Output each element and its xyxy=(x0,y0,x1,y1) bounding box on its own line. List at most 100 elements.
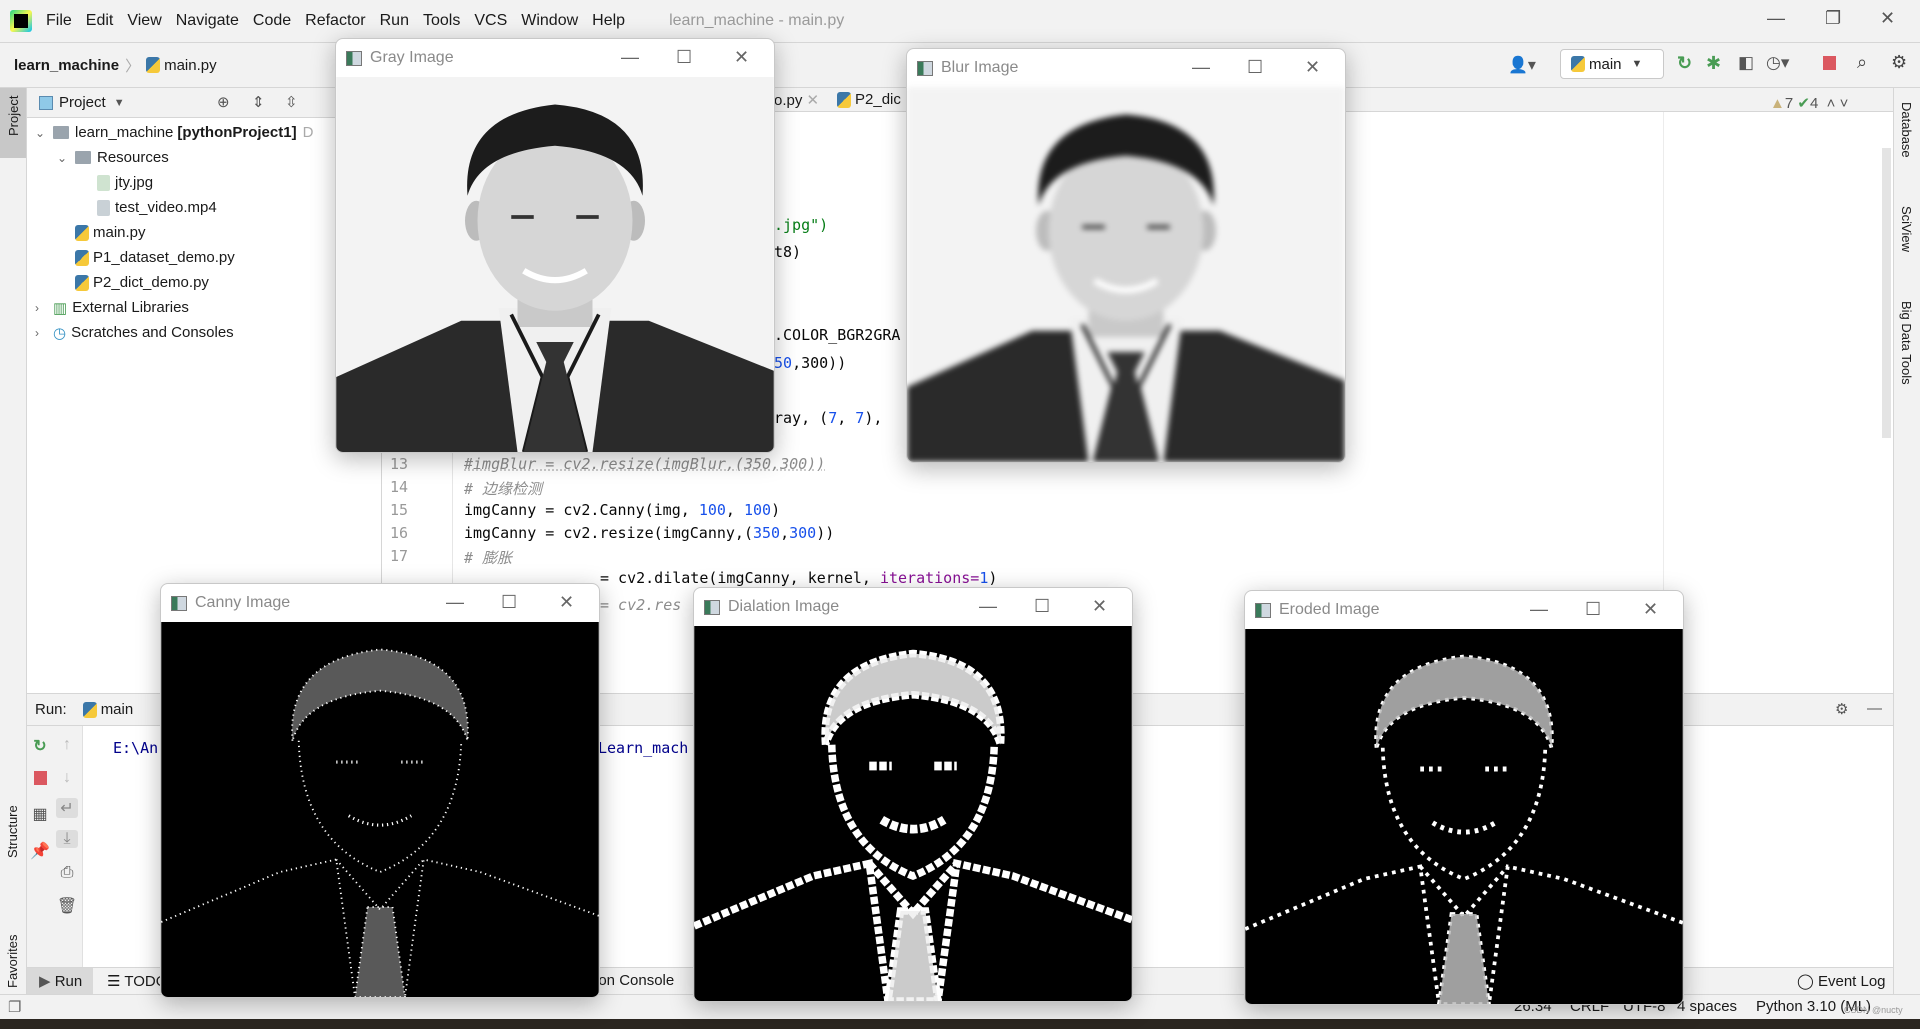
menu-tools[interactable]: Tools xyxy=(423,12,460,30)
tree-item[interactable]: jty.jpg xyxy=(79,170,153,195)
menu-window[interactable]: Window xyxy=(521,12,578,30)
tree-item[interactable]: P2_dict_demo.py xyxy=(57,270,209,295)
print-icon[interactable]: ⎙ xyxy=(56,864,78,882)
chevron-right-icon[interactable]: › xyxy=(35,326,53,340)
close-button[interactable]: ✕ xyxy=(559,592,574,613)
tool-window-big-data-tools[interactable]: Big Data Tools xyxy=(1894,283,1920,403)
chevron-down-icon[interactable]: ⌄ xyxy=(57,151,75,165)
menu-view[interactable]: View xyxy=(127,12,161,30)
layout-icon[interactable]: ▦ xyxy=(29,804,51,824)
window-titlebar[interactable]: Canny Image — ☐ ✕ xyxy=(161,584,599,622)
bottom-tab-run[interactable]: ▶ Run xyxy=(27,968,93,994)
editor-scrollbar[interactable] xyxy=(1882,148,1891,438)
bottom-tab-todo[interactable]: ☰ TODO xyxy=(107,972,167,990)
menu-run[interactable]: Run xyxy=(380,12,409,30)
tab-p2-dict-demo[interactable]: P2_dic xyxy=(837,91,901,109)
menu-refactor[interactable]: Refactor xyxy=(305,12,365,30)
stop-icon[interactable] xyxy=(1823,56,1836,70)
maximize-button[interactable]: ☐ xyxy=(1247,57,1263,78)
run-config-dropdown[interactable]: main ▼ xyxy=(1560,49,1664,79)
up-arrow-icon[interactable]: ↑ xyxy=(56,736,78,754)
menu-file[interactable]: File xyxy=(46,12,72,30)
down-arrow-icon[interactable]: ↓ xyxy=(56,769,78,787)
pin-icon[interactable]: 📌 xyxy=(29,841,51,861)
event-log-button[interactable]: ◯ Event Log xyxy=(1797,972,1886,990)
close-tab-icon[interactable]: ✕ xyxy=(807,92,820,109)
inspection-widget[interactable]: ▲7 ✔4 ˄ ˅ xyxy=(1770,94,1848,112)
maximize-button[interactable]: ☐ xyxy=(1585,599,1601,620)
menu-navigate[interactable]: Navigate xyxy=(176,12,239,30)
close-button[interactable]: ✕ xyxy=(1092,596,1107,617)
tool-window-structure[interactable]: Structure xyxy=(0,758,26,878)
bottom-tab-python-console[interactable]: hon Console xyxy=(590,972,674,989)
close-button[interactable]: ✕ xyxy=(1305,57,1320,78)
menu-edit[interactable]: Edit xyxy=(86,12,114,30)
coverage-icon[interactable]: ◧ xyxy=(1738,53,1754,73)
dilation-image-window[interactable]: Dialation Image — ☐ ✕ xyxy=(693,587,1133,1002)
previous-highlight-icon[interactable]: ˄ xyxy=(1827,95,1836,112)
window-titlebar[interactable]: Dialation Image — ☐ ✕ xyxy=(694,588,1132,626)
tool-window-project[interactable]: Project xyxy=(0,88,26,158)
restore-button[interactable]: ❐ xyxy=(1825,8,1841,29)
gray-image-window[interactable]: Gray Image — ☐ ✕ xyxy=(335,38,775,453)
window-titlebar[interactable]: Eroded Image — ☐ ✕ xyxy=(1245,591,1683,629)
indent-setting[interactable]: 4 spaces xyxy=(1677,998,1737,1015)
vcs-user-icon[interactable]: 👤▾ xyxy=(1508,55,1536,75)
gear-icon[interactable]: ⚙ xyxy=(1835,700,1848,718)
profile-icon[interactable]: ◷▾ xyxy=(1766,53,1789,73)
window-titlebar[interactable]: Blur Image — ☐ ✕ xyxy=(907,49,1345,87)
collapse-all-icon[interactable]: ⇳ xyxy=(285,93,298,111)
maximize-button[interactable]: ☐ xyxy=(676,47,692,68)
chevron-right-icon[interactable]: › xyxy=(35,301,53,315)
scroll-to-end-icon[interactable]: ⤓ xyxy=(56,830,78,848)
next-highlight-icon[interactable]: ˅ xyxy=(1840,95,1849,112)
minimize-button[interactable]: — xyxy=(1530,599,1548,620)
soft-wrap-icon[interactable]: ↵ xyxy=(56,798,78,818)
expand-all-icon[interactable]: ⇕ xyxy=(252,93,265,111)
tree-item[interactable]: test_video.mp4 xyxy=(79,195,217,220)
toggle-tool-windows-icon[interactable]: ❐ xyxy=(8,998,21,1016)
minimize-button[interactable]: — xyxy=(1192,57,1210,78)
close-button[interactable]: ✕ xyxy=(1643,599,1658,620)
minimize-button[interactable]: — xyxy=(446,592,464,613)
minimize-button[interactable]: — xyxy=(621,47,639,68)
tool-window-favorites[interactable]: Favorites ★ xyxy=(0,878,26,1009)
project-panel-title[interactable]: Project xyxy=(59,94,106,111)
breadcrumb-file[interactable]: main.py xyxy=(164,57,217,74)
tree-item[interactable]: › ◷ Scratches and Consoles xyxy=(35,320,234,345)
breadcrumb-project[interactable]: learn_machine xyxy=(14,57,119,74)
run-tab-main[interactable]: main xyxy=(101,701,134,718)
gear-icon[interactable]: ⚙ xyxy=(1891,52,1907,73)
minimize-button[interactable]: — xyxy=(979,596,997,617)
stop-icon[interactable] xyxy=(34,771,47,785)
tree-item[interactable]: main.py xyxy=(57,220,146,245)
tool-window-sciview[interactable]: SciView xyxy=(1894,188,1920,268)
rerun-icon[interactable]: ↻ xyxy=(29,736,51,756)
menu-help[interactable]: Help xyxy=(592,12,625,30)
eroded-image-window[interactable]: Eroded Image — ☐ ✕ xyxy=(1244,590,1684,1005)
tool-window-database[interactable]: Database xyxy=(1894,88,1920,168)
tree-item[interactable]: ⌄ learn_machine [pythonProject1] D xyxy=(35,120,313,145)
tree-item[interactable]: › ▥ External Libraries xyxy=(35,295,189,320)
menu-vcs[interactable]: VCS xyxy=(474,12,507,30)
tree-item[interactable]: P1_dataset_demo.py xyxy=(57,245,235,270)
tree-item[interactable]: ⌄ Resources xyxy=(57,145,169,170)
maximize-button[interactable]: ☐ xyxy=(501,592,517,613)
chevron-down-icon[interactable]: ▼ xyxy=(114,97,125,109)
hide-panel-icon[interactable]: — xyxy=(1867,700,1882,717)
close-button[interactable]: ✕ xyxy=(1880,8,1895,29)
blur-image-window[interactable]: Blur Image — ☐ ✕ xyxy=(906,48,1346,463)
minimize-button[interactable]: — xyxy=(1767,8,1785,29)
tab-p1-dataset-demo[interactable]: o.py ✕ xyxy=(774,91,819,109)
chevron-down-icon[interactable]: ⌄ xyxy=(35,126,53,140)
debug-icon[interactable]: ✱ xyxy=(1706,53,1721,74)
close-button[interactable]: ✕ xyxy=(734,47,749,68)
trash-icon[interactable]: 🗑 xyxy=(56,896,78,916)
maximize-button[interactable]: ☐ xyxy=(1034,596,1050,617)
menu-code[interactable]: Code xyxy=(253,12,291,30)
locate-icon[interactable]: ⊕ xyxy=(217,93,230,111)
search-icon[interactable]: ⌕ xyxy=(1857,52,1867,73)
canny-image-window[interactable]: Canny Image — ☐ ✕ xyxy=(160,583,600,998)
rerun-icon[interactable]: ↻ xyxy=(1677,53,1692,74)
window-titlebar[interactable]: Gray Image — ☐ ✕ xyxy=(336,39,774,77)
